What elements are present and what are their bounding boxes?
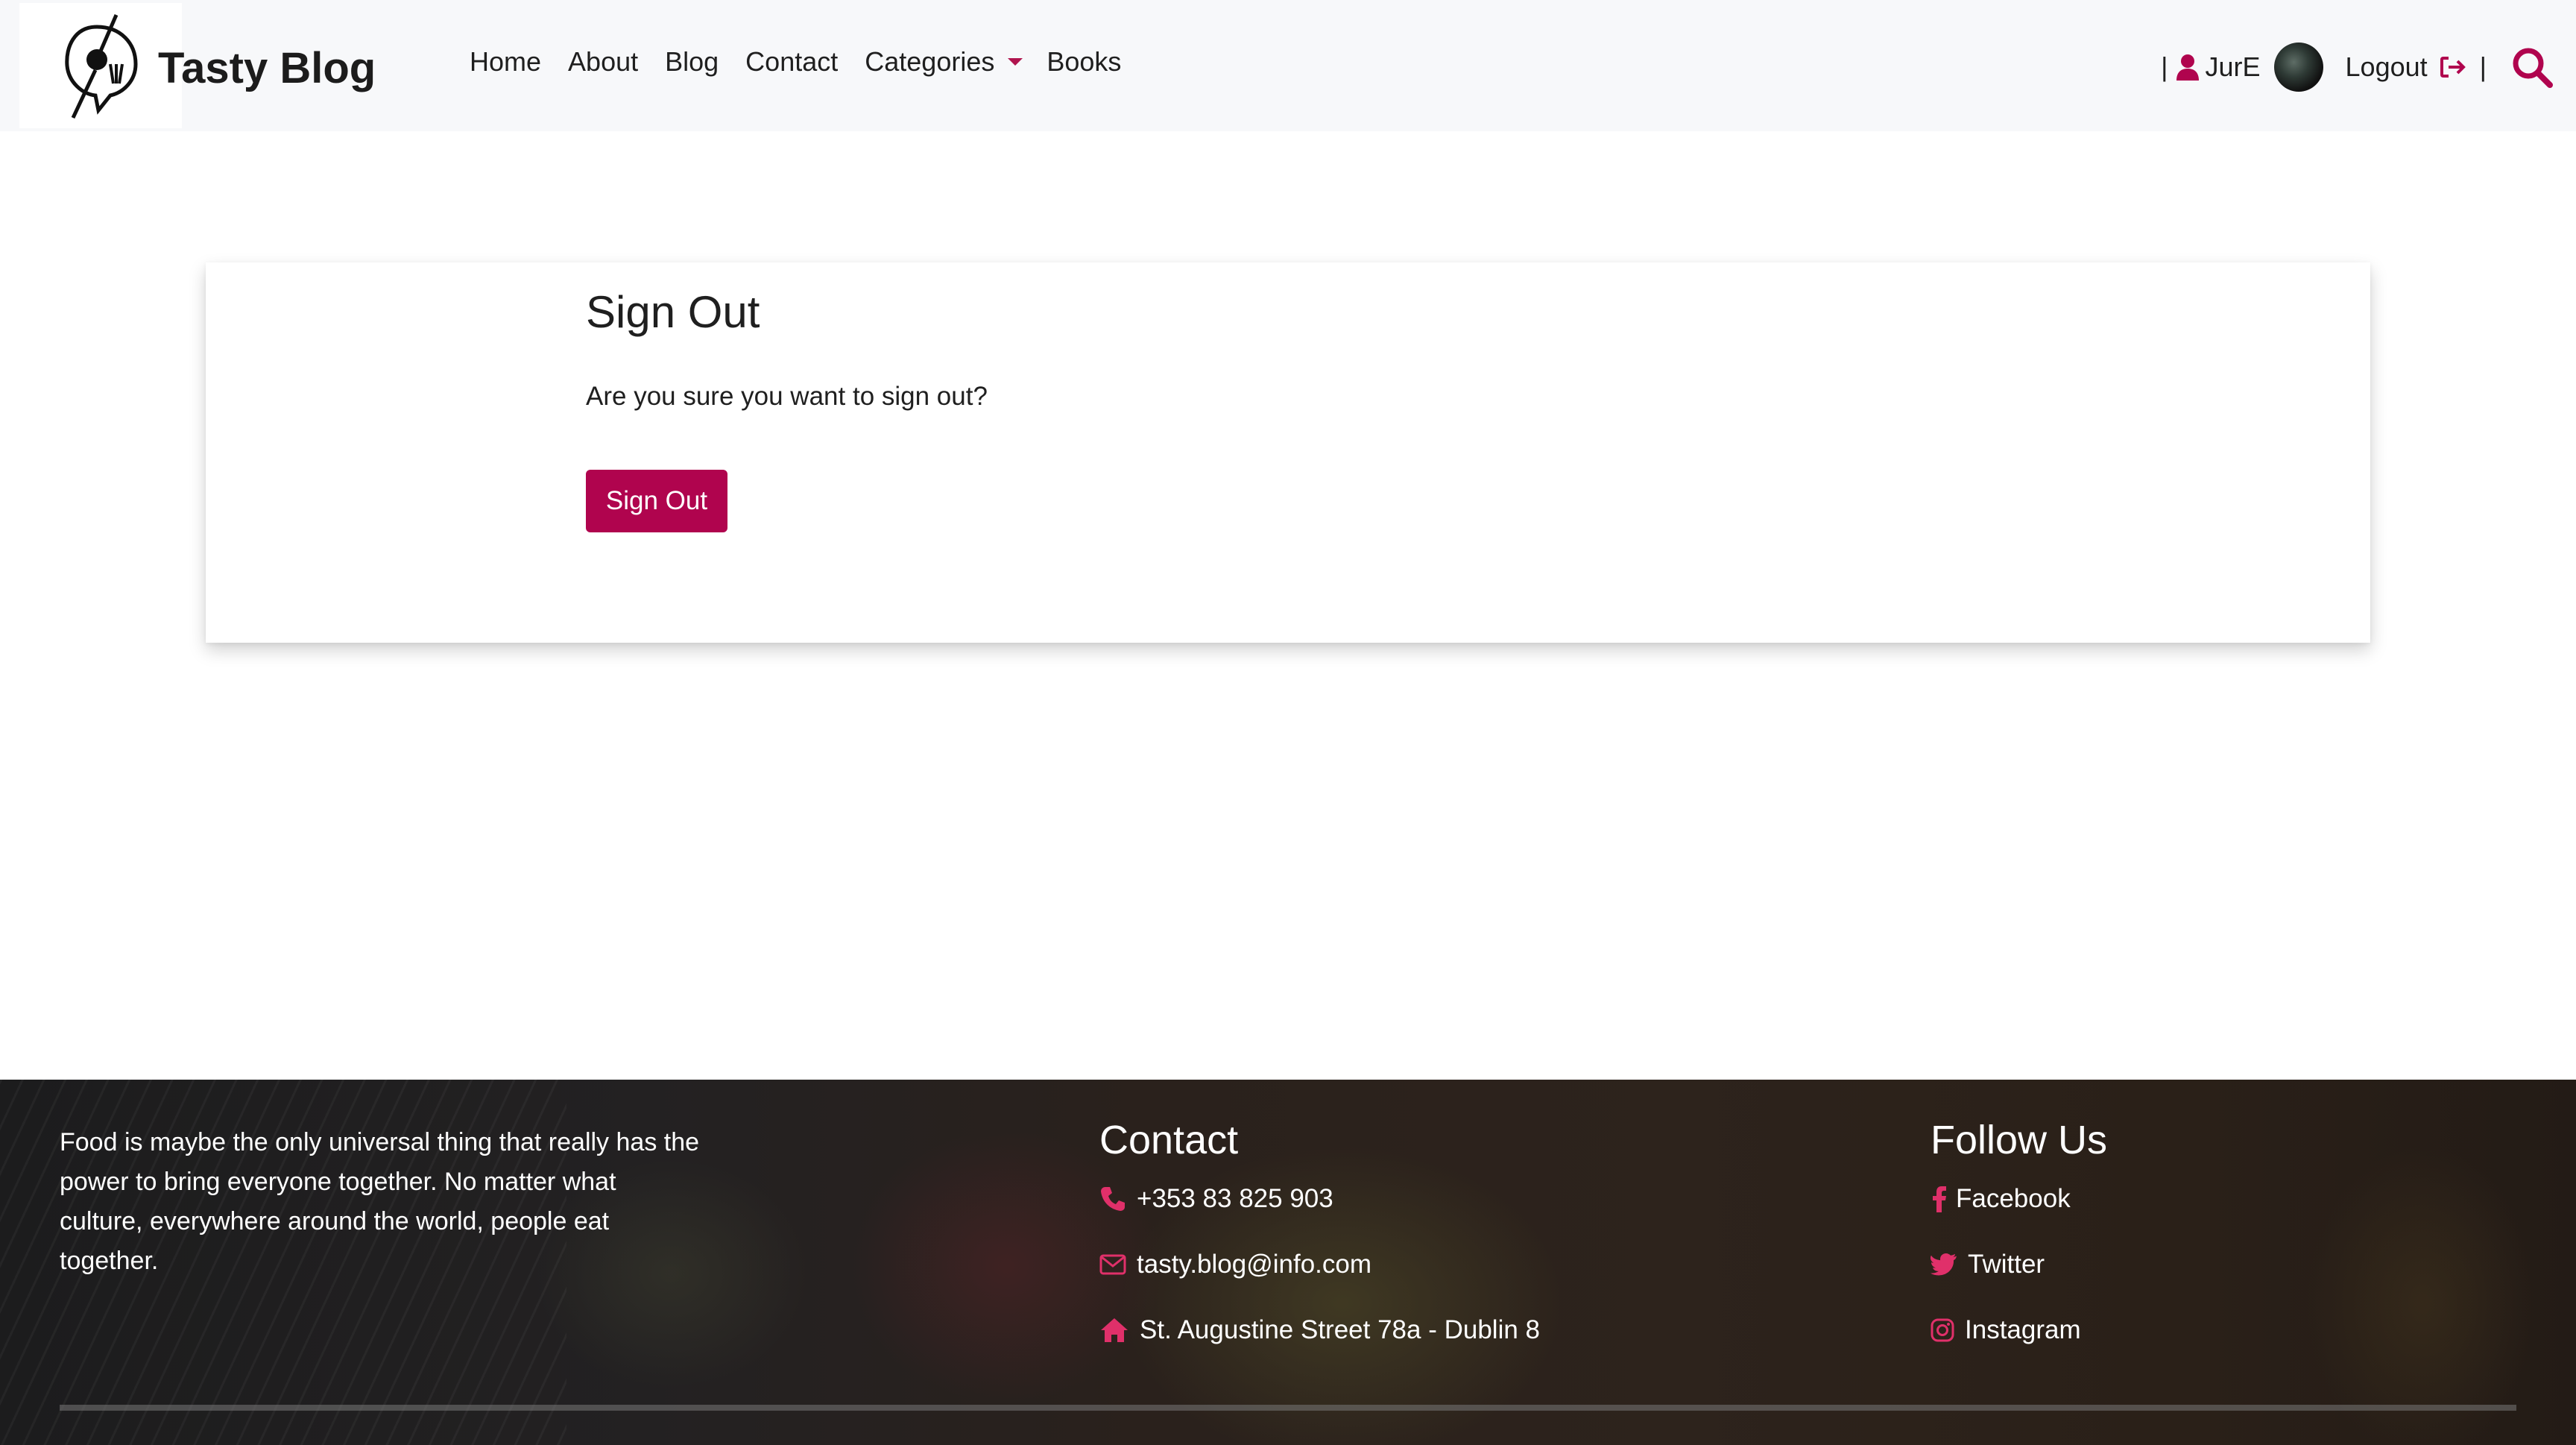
twitter-icon: [1931, 1253, 1957, 1276]
nav-categories-label: Categories: [865, 46, 995, 77]
navbar: Tasty Blog Home About Blog Contact Categ…: [0, 0, 2576, 131]
footer-email[interactable]: tasty.blog@info.com: [1099, 1250, 1371, 1279]
user-nav: | JurE Logout |: [2156, 39, 2554, 95]
footer-facebook-text: Facebook: [1956, 1184, 2071, 1213]
nav-about[interactable]: About: [568, 46, 638, 78]
footer-address: St. Augustine Street 78a - Dublin 8: [1099, 1315, 1540, 1345]
footer-instagram-link[interactable]: Instagram: [1931, 1315, 2081, 1345]
footer-address-text: St. Augustine Street 78a - Dublin 8: [1140, 1315, 1540, 1344]
nav-contact[interactable]: Contact: [745, 46, 838, 78]
username[interactable]: JurE: [2206, 51, 2261, 83]
footer-phone-text: +353 83 825 903: [1137, 1184, 1333, 1213]
phone-icon: [1101, 1187, 1125, 1211]
signout-prompt: Are you sure you want to sign out?: [586, 382, 988, 411]
nav-blog[interactable]: Blog: [665, 46, 719, 78]
facebook-icon: [1933, 1186, 1946, 1212]
home-icon: [1101, 1318, 1128, 1342]
footer-twitter-text: Twitter: [1968, 1250, 2045, 1279]
brand-title[interactable]: Tasty Blog: [158, 43, 376, 93]
logo-icon-svg: [65, 14, 138, 119]
footer: Food is maybe the only universal thing t…: [0, 1080, 2576, 1445]
page-title: Sign Out: [586, 287, 760, 337]
footer-twitter-link[interactable]: Twitter: [1931, 1250, 2045, 1279]
footer-divider: [60, 1405, 2516, 1411]
footer-about-text: Food is maybe the only universal thing t…: [60, 1128, 700, 1275]
footer-phone[interactable]: +353 83 825 903: [1099, 1184, 1333, 1214]
separator: |: [2479, 51, 2487, 82]
nav-categories-dropdown[interactable]: Categories: [865, 46, 1046, 78]
footer-email-text: tasty.blog@info.com: [1137, 1250, 1372, 1279]
logout-icon[interactable]: [2440, 56, 2466, 78]
nav-books[interactable]: Books: [1046, 46, 1121, 78]
separator: |: [2161, 51, 2168, 82]
user-icon: [2176, 54, 2199, 81]
search-icon[interactable]: [2510, 45, 2554, 89]
footer-social-heading: Follow Us: [1931, 1118, 2108, 1162]
envelope-icon: [1099, 1254, 1126, 1275]
footer-facebook-link[interactable]: Facebook: [1932, 1184, 2071, 1214]
nav-home[interactable]: Home: [470, 46, 541, 78]
sign-out-button[interactable]: Sign Out: [586, 470, 727, 532]
footer-contact-heading: Contact: [1099, 1118, 1239, 1162]
signout-card: Sign Out Are you sure you want to sign o…: [206, 262, 2370, 643]
logout-link[interactable]: Logout: [2346, 51, 2428, 83]
avatar[interactable]: [2273, 42, 2323, 92]
footer-instagram-text: Instagram: [1965, 1315, 2081, 1344]
caret-down-icon: [1008, 58, 1023, 66]
nav-links: Home About Blog Contact Categories Books: [470, 46, 1148, 78]
instagram-icon: [1931, 1318, 1954, 1342]
